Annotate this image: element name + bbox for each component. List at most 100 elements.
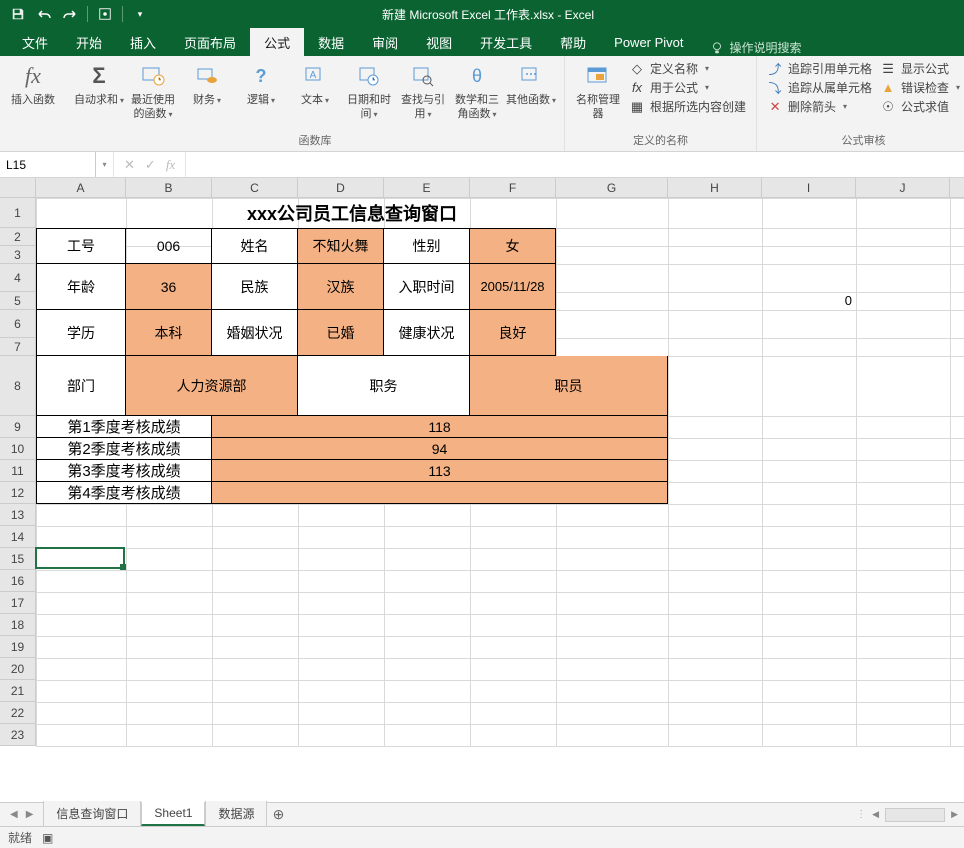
tab-data[interactable]: 数据 — [304, 28, 358, 56]
value-gender[interactable]: 女 — [470, 228, 556, 264]
qat-customize-icon[interactable]: ▾ — [128, 3, 152, 25]
row-header[interactable]: 18 — [0, 614, 36, 636]
add-sheet-button[interactable]: ⊕ — [267, 806, 289, 823]
error-check-button[interactable]: ▲错误检查▾ — [880, 79, 960, 96]
recent-functions-button[interactable]: 最近使用的函数▾ — [126, 58, 180, 124]
undo-icon[interactable] — [32, 3, 56, 25]
row-header[interactable]: 4 — [0, 264, 36, 292]
row-header[interactable]: 5 — [0, 292, 36, 310]
value-marital[interactable]: 已婚 — [298, 310, 384, 356]
row-header[interactable]: 7 — [0, 338, 36, 356]
spreadsheet-grid[interactable]: ABCDEFGHIJ 1 23 45678910111213141516171819… — [0, 178, 964, 746]
create-from-selection-button[interactable]: ▦根据所选内容创建 — [629, 98, 746, 115]
insert-function-button[interactable]: fx 插入函数 — [6, 58, 60, 110]
row-header[interactable]: 12 — [0, 482, 36, 504]
value-name[interactable]: 不知火舞 — [298, 228, 384, 264]
row-header[interactable]: 17 — [0, 592, 36, 614]
column-header[interactable]: E — [384, 178, 470, 197]
tab-file[interactable]: 文件 — [8, 28, 62, 56]
hscroll-track[interactable] — [885, 808, 945, 822]
row-header[interactable]: 13 — [0, 504, 36, 526]
use-in-formula-button[interactable]: fx用于公式▾ — [629, 79, 746, 96]
tab-dev[interactable]: 开发工具 — [466, 28, 546, 56]
financial-button[interactable]: 财务▾ — [180, 58, 234, 110]
cell-i5[interactable]: 0 — [762, 292, 852, 310]
text-button[interactable]: A文本▾ — [288, 58, 342, 110]
accept-formula-icon[interactable]: ✓ — [145, 157, 156, 173]
name-manager-button[interactable]: 名称管理器 — [571, 58, 625, 124]
touch-mode-icon[interactable] — [93, 3, 117, 25]
row-header[interactable]: 11 — [0, 460, 36, 482]
more-functions-button[interactable]: 其他函数▾ — [504, 58, 558, 110]
row-header[interactable]: 10 — [0, 438, 36, 460]
tab-formula[interactable]: 公式 — [250, 28, 304, 56]
trace-dependents-button[interactable]: ⤵追踪从属单元格 — [767, 79, 872, 96]
column-header[interactable]: G — [556, 178, 668, 197]
sheet-nav-prev-icon[interactable]: ◀ — [10, 809, 18, 820]
row-header[interactable]: 21 — [0, 680, 36, 702]
tab-help[interactable]: 帮助 — [546, 28, 600, 56]
sheet-tab-info[interactable]: 信息查询窗口 — [43, 801, 141, 826]
save-icon[interactable] — [6, 3, 30, 25]
fill-handle[interactable] — [120, 564, 126, 570]
value-hiredate[interactable]: 2005/11/28 — [470, 264, 556, 310]
cancel-formula-icon[interactable]: ✕ — [124, 157, 135, 173]
lookup-button[interactable]: 查找与引用▾ — [396, 58, 450, 124]
sheet-tab-sheet1[interactable]: Sheet1 — [141, 802, 205, 826]
column-header[interactable]: C — [212, 178, 298, 197]
autosum-button[interactable]: Σ自动求和▾ — [72, 58, 126, 110]
logical-button[interactable]: ?逻辑▾ — [234, 58, 288, 110]
show-formulas-button[interactable]: ☰显示公式 — [880, 60, 960, 77]
row-header[interactable]: 23 — [0, 724, 36, 746]
column-header[interactable]: H — [668, 178, 762, 197]
trace-precedents-button[interactable]: ⤴追踪引用单元格 — [767, 60, 872, 77]
math-button[interactable]: θ数学和三角函数▾ — [450, 58, 504, 124]
value-position[interactable]: 职员 — [470, 356, 668, 416]
datetime-button[interactable]: 日期和时间▾ — [342, 58, 396, 124]
select-all-corner[interactable] — [0, 178, 36, 197]
value-education[interactable]: 本科 — [126, 310, 212, 356]
sheet-nav-next-icon[interactable]: ▶ — [26, 809, 34, 820]
value-empid[interactable]: 006 — [126, 228, 212, 264]
row-header[interactable]: 14 — [0, 526, 36, 548]
row-header[interactable]: 3 — [0, 246, 36, 264]
hscroll-left-icon[interactable]: ◀ — [872, 809, 879, 820]
column-header[interactable]: B — [126, 178, 212, 197]
tab-layout[interactable]: 页面布局 — [170, 28, 250, 56]
fx-button-icon[interactable]: fx — [166, 157, 175, 173]
value-q2[interactable]: 94 — [212, 438, 668, 460]
row-header[interactable]: 19 — [0, 636, 36, 658]
formula-input[interactable] — [186, 152, 964, 177]
column-header[interactable]: I — [762, 178, 856, 197]
tab-home[interactable]: 开始 — [62, 28, 116, 56]
tab-view[interactable]: 视图 — [412, 28, 466, 56]
value-age[interactable]: 36 — [126, 264, 212, 310]
column-header[interactable]: D — [298, 178, 384, 197]
column-header[interactable]: F — [470, 178, 556, 197]
tab-insert[interactable]: 插入 — [116, 28, 170, 56]
name-box-dropdown[interactable]: ▾ — [96, 152, 114, 177]
row-header[interactable]: 8 — [0, 356, 36, 416]
tell-me-search[interactable]: 操作说明搜索 — [698, 39, 814, 56]
hscroll-right-icon[interactable]: ▶ — [951, 809, 958, 820]
column-header[interactable]: A — [36, 178, 126, 197]
value-department[interactable]: 人力资源部 — [126, 356, 298, 416]
remove-arrows-button[interactable]: ✕删除箭头▾ — [767, 98, 872, 115]
value-q1[interactable]: 118 — [212, 416, 668, 438]
sheet-tab-datasource[interactable]: 数据源 — [205, 801, 267, 826]
row-header[interactable]: 1 — [0, 198, 36, 228]
hscroll-handle-icon[interactable]: ⋮ — [856, 809, 866, 820]
redo-icon[interactable] — [58, 3, 82, 25]
column-header[interactable]: J — [856, 178, 950, 197]
macro-record-icon[interactable]: ▣ — [42, 831, 53, 845]
value-q3[interactable]: 113 — [212, 460, 668, 482]
define-name-button[interactable]: ◇定义名称▾ — [629, 60, 746, 77]
tab-review[interactable]: 审阅 — [358, 28, 412, 56]
row-header[interactable]: 9 — [0, 416, 36, 438]
value-health[interactable]: 良好 — [470, 310, 556, 356]
row-header[interactable]: 16 — [0, 570, 36, 592]
row-header[interactable]: 6 — [0, 310, 36, 338]
row-header[interactable]: 15 — [0, 548, 36, 570]
value-q4[interactable] — [212, 482, 668, 504]
name-box[interactable]: L15 — [0, 152, 96, 177]
